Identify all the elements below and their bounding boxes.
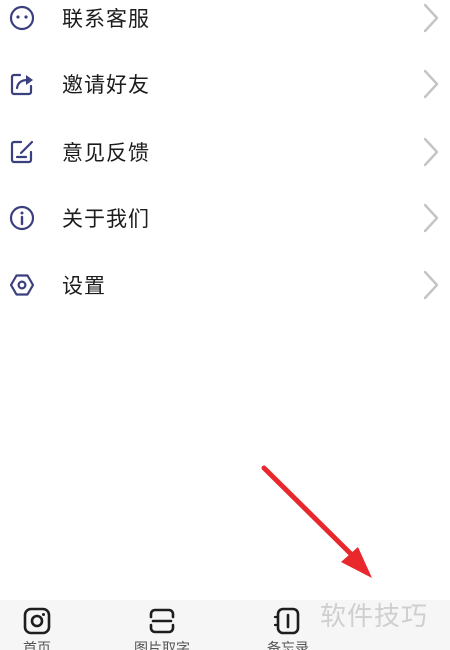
menu-item-label: 邀请好友 [62,73,150,97]
tab-image-text[interactable]: 图片取字 [117,600,207,650]
chevron-right-icon [422,137,440,167]
info-icon [8,204,36,232]
menu-item-label: 设置 [62,274,106,298]
chevron-right-icon [422,270,440,300]
menu-item-label: 意见反馈 [62,141,150,165]
settings-icon [8,271,36,299]
menu-item-label: 联系客服 [62,7,150,31]
home-icon [22,606,52,636]
tab-home[interactable]: 首页 [0,600,82,650]
menu-item-feedback[interactable]: 意见反馈 [0,120,450,184]
chevron-right-icon [422,3,440,33]
scan-icon [147,606,177,636]
share-icon [8,70,36,98]
menu-item-about-us[interactable]: 关于我们 [0,186,450,250]
notebook-icon [273,606,303,636]
menu-item-invite-friends[interactable]: 邀请好友 [0,52,450,116]
menu-item-label: 关于我们 [62,207,150,231]
chevron-right-icon [422,69,440,99]
tab-label: 首页 [23,641,51,650]
chevron-right-icon [422,203,440,233]
tab-label: 备忘录 [267,641,309,650]
customer-service-icon [8,4,36,32]
tab-label: 图片取字 [134,641,190,650]
watermark-text: 软件技巧 [320,602,429,632]
bottom-tab-bar: 首页 图片取字 备忘录 软件技巧 [0,600,450,650]
menu-item-customer-service[interactable]: 联系客服 [0,0,450,50]
menu-item-settings[interactable]: 设置 [0,253,450,317]
profile-screen: 联系客服 邀请好友 意见反馈 关于我们 设置 首页 图片取字 备忘录 软件技巧 [0,0,450,650]
feedback-icon [8,138,36,166]
